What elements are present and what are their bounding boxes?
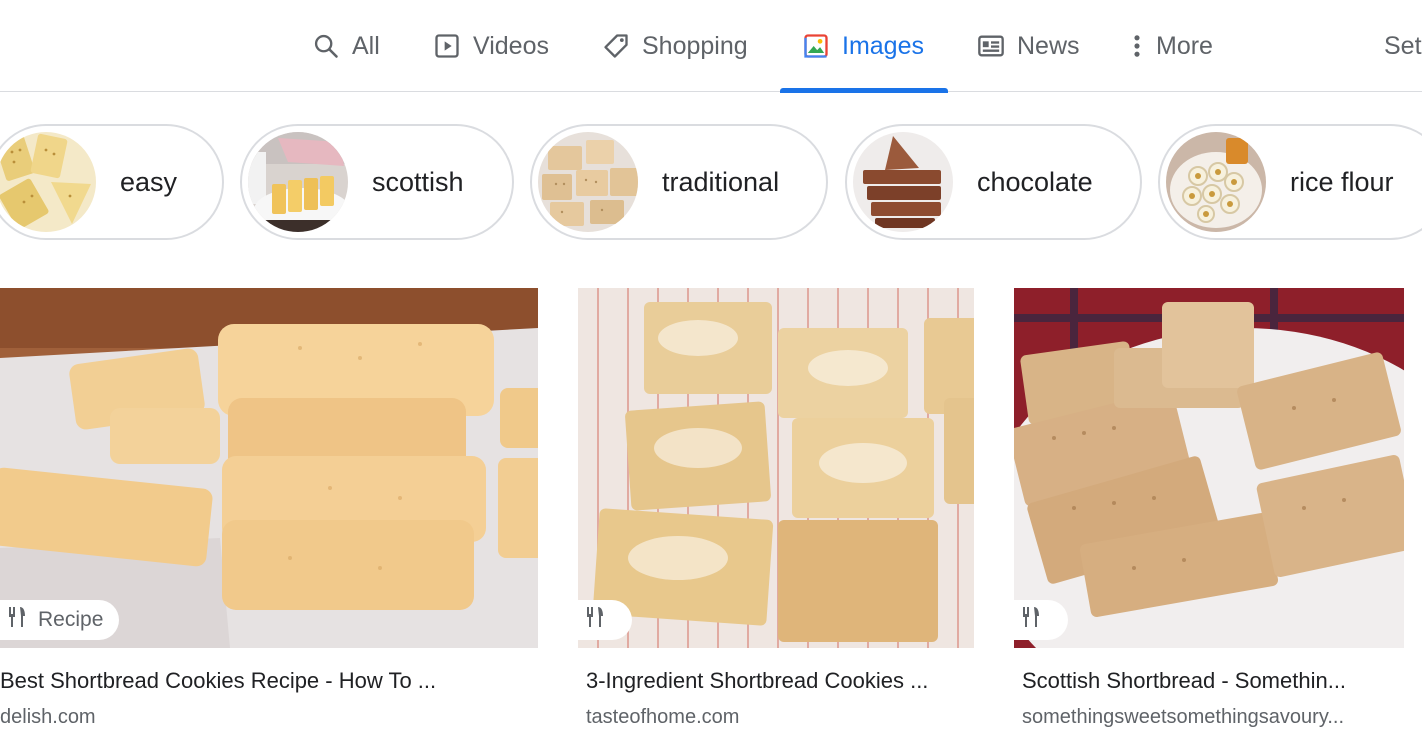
chip-scottish[interactable]: scottish — [240, 124, 514, 240]
chip-traditional[interactable]: traditional — [530, 124, 828, 240]
result-source[interactable]: somethingsweetsomethingsavoury... — [1022, 706, 1402, 729]
chip-chocolate[interactable]: chocolate — [845, 124, 1142, 240]
recipe-badge: Recipe — [0, 600, 120, 640]
chip-thumbnail — [0, 132, 96, 232]
recipe-badge-label: Recipe — [38, 608, 104, 631]
chip-label: scottish — [372, 166, 464, 197]
recipe-badge — [578, 600, 632, 640]
chip-label: traditional — [662, 166, 780, 197]
result-image[interactable] — [1014, 288, 1404, 648]
image-icon — [802, 32, 830, 60]
result-image[interactable] — [578, 288, 974, 648]
result-source[interactable]: tasteofhome.com — [586, 706, 972, 729]
utensils-icon — [8, 606, 28, 634]
tab-more[interactable]: More — [1126, 0, 1213, 92]
search-icon — [312, 32, 340, 60]
chip-label: rice flour — [1290, 166, 1394, 197]
tab-shopping[interactable]: Shopping — [602, 0, 748, 92]
chip-thumbnail — [248, 132, 348, 232]
tab-videos[interactable]: Videos — [433, 0, 549, 92]
result-source[interactable]: delish.com — [0, 706, 536, 729]
result-title[interactable]: Scottish Shortbread - Somethin... — [1022, 668, 1402, 694]
recipe-badge — [1014, 600, 1068, 640]
tab-label: News — [1017, 31, 1080, 60]
chip-label: chocolate — [977, 166, 1093, 197]
tab-news[interactable]: News — [977, 0, 1080, 92]
video-icon — [433, 32, 461, 60]
news-icon — [977, 32, 1005, 60]
chip-thumbnail — [1166, 132, 1266, 232]
utensils-icon — [1022, 606, 1042, 634]
result-card[interactable]: 3-Ingredient Shortbread Cookies ... tast… — [578, 288, 974, 728]
tab-label: All — [352, 31, 380, 60]
result-title[interactable]: Best Shortbread Cookies Recipe - How To … — [0, 668, 536, 694]
tab-all[interactable]: All — [312, 0, 380, 92]
tab-label: Shopping — [642, 31, 748, 60]
settings-link[interactable]: Set — [1384, 0, 1422, 92]
result-title[interactable]: 3-Ingredient Shortbread Cookies ... — [586, 668, 972, 694]
search-tabs: All Videos Shopping Images News More Set — [0, 0, 1422, 93]
tab-images[interactable]: Images — [780, 0, 948, 93]
result-card[interactable]: Recipe Best Shortbread Cookies Recipe - … — [0, 288, 538, 728]
tab-label: Images — [842, 31, 924, 60]
chip-thumbnail — [853, 132, 953, 232]
active-tab-indicator — [780, 88, 948, 93]
result-image[interactable]: Recipe — [0, 288, 538, 648]
utensils-icon — [586, 606, 606, 634]
tab-label: More — [1156, 31, 1213, 60]
chip-rice-flour[interactable]: rice flour — [1158, 124, 1422, 240]
chip-easy[interactable]: easy — [0, 124, 224, 240]
tag-icon — [602, 32, 630, 60]
result-card[interactable]: Scottish Shortbread - Somethin... someth… — [1014, 288, 1404, 728]
more-vert-icon — [1126, 32, 1148, 60]
tab-label: Videos — [473, 31, 549, 60]
chip-label: easy — [120, 166, 178, 197]
chip-thumbnail — [538, 132, 638, 232]
